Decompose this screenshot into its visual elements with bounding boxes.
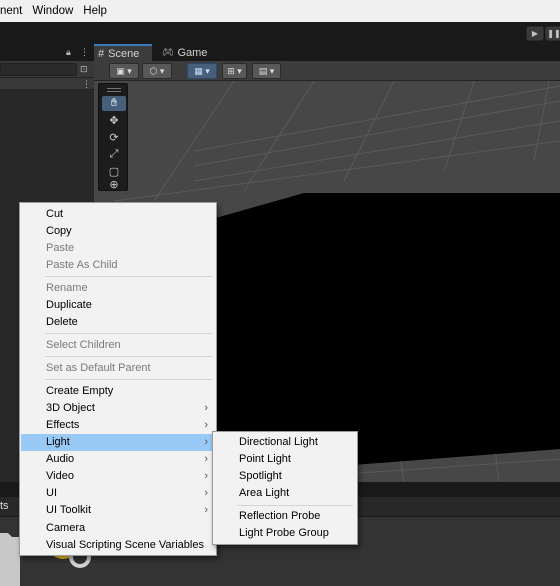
menu-separator [238, 505, 353, 506]
draw-mode-dropdown[interactable]: ▣ ▾ [109, 63, 139, 79]
light-submenu: Directional Light Point Light Spotlight … [212, 431, 358, 545]
gizmos-toggle[interactable]: ▦ ▾ [187, 63, 217, 79]
menu-bar: nent Window Help [0, 0, 560, 22]
menu-separator [45, 333, 212, 334]
tab-scene[interactable]: # Scene [94, 44, 152, 61]
submenu-item-spotlight[interactable]: Spotlight [214, 468, 356, 485]
menu-window[interactable]: Window [27, 0, 78, 22]
menu-item-copy[interactable]: Copy [21, 223, 215, 240]
chevron-right-icon: › [204, 419, 208, 431]
menu-help[interactable]: Help [78, 0, 112, 22]
menu-item-delete[interactable]: Delete [21, 314, 215, 331]
menu-separator [45, 356, 212, 357]
menu-separator [45, 276, 212, 277]
folder-icon [0, 533, 20, 586]
chevron-right-icon: › [204, 470, 208, 482]
submenu-item-point-light[interactable]: Point Light [214, 451, 356, 468]
menu-separator [45, 379, 212, 380]
search-icon[interactable]: ⊡ [80, 63, 88, 75]
context-menu: Cut Copy Paste Paste As Child Rename Dup… [19, 202, 217, 556]
chevron-right-icon: › [204, 504, 208, 516]
tab-game[interactable]: 🎮︎ Game [158, 44, 216, 61]
menu-item-audio[interactable]: Audio › [21, 451, 215, 468]
menu-item-paste[interactable]: Paste [21, 240, 215, 257]
hierarchy-scene-row: ⋮ [0, 78, 94, 90]
tools-overlay: ✋︎ ✥ ⟳ ⤢ ▢ ⊕ [98, 83, 128, 191]
move-tool-icon[interactable]: ✥ [102, 113, 126, 128]
chevron-right-icon: › [204, 487, 208, 499]
hierarchy-search-row: ⊡ [0, 61, 94, 78]
play-button[interactable]: ▶ [526, 26, 544, 41]
tab-game-label: Game [177, 46, 208, 59]
menu-item-set-default-parent[interactable]: Set as Default Parent [21, 360, 215, 377]
transform-tool-icon[interactable]: ⊕ [102, 177, 126, 192]
chevron-right-icon: › [204, 402, 208, 414]
shading-dropdown[interactable]: ⬡ ▾ [142, 63, 172, 79]
menu-item-visual-scripting-scene-variables[interactable]: Visual Scripting Scene Variables [21, 537, 215, 554]
lock-icon[interactable]: 🔒︎ [66, 46, 71, 58]
submenu-item-light-probe-group[interactable]: Light Probe Group [214, 525, 356, 542]
menu-item-ui-toolkit[interactable]: UI Toolkit › [21, 502, 215, 519]
menu-item-ui[interactable]: UI › [21, 485, 215, 502]
chevron-right-icon: › [204, 436, 208, 448]
scene-kebab-icon[interactable]: ⋮ [82, 78, 91, 90]
hand-tool-icon[interactable]: ✋︎ [102, 96, 126, 111]
kebab-icon[interactable]: ⋮ [80, 46, 89, 58]
gamepad-icon: 🎮︎ [162, 47, 174, 57]
hierarchy-search-input[interactable] [0, 63, 77, 76]
menu-item-cut[interactable]: Cut [21, 206, 215, 223]
tab-scene-label: Scene [108, 47, 140, 60]
submenu-item-reflection-probe[interactable]: Reflection Probe [214, 508, 356, 525]
menu-item-video[interactable]: Video › [21, 468, 215, 485]
main-toolbar: ▶ ❚❚ [0, 22, 560, 44]
scale-tool-icon[interactable]: ⤢ [102, 147, 126, 162]
menu-item-3d-object[interactable]: 3D Object › [21, 400, 215, 417]
pause-button[interactable]: ❚❚ [545, 26, 560, 41]
scene-toolbar: ▣ ▾ ⬡ ▾ ▦ ▾ ⊞ ▾ ▤ ▾ [94, 61, 560, 81]
rotate-tool-icon[interactable]: ⟳ [102, 130, 126, 145]
grid-icon: # [98, 47, 105, 60]
grid-snap-dropdown[interactable]: ⊞ ▾ [222, 63, 247, 79]
submenu-item-directional-light[interactable]: Directional Light [214, 434, 356, 451]
render-dropdown[interactable]: ▤ ▾ [252, 63, 281, 79]
menu-item-light[interactable]: Light › [21, 434, 215, 451]
menu-item-camera[interactable]: Camera [21, 520, 215, 537]
project-tab-label[interactable]: ts [0, 500, 9, 512]
submenu-item-area-light[interactable]: Area Light [214, 485, 356, 502]
menu-item-rename[interactable]: Rename [21, 280, 215, 297]
menu-component[interactable]: nent [0, 0, 27, 22]
menu-item-effects[interactable]: Effects › [21, 417, 215, 434]
hierarchy-header: 🔒︎ ⋮ [0, 44, 94, 61]
scene-tabstrip: # Scene 🎮︎ Game [94, 44, 560, 61]
menu-item-duplicate[interactable]: Duplicate [21, 297, 215, 314]
menu-item-select-children[interactable]: Select Children [21, 337, 215, 354]
chevron-right-icon: › [204, 453, 208, 465]
menu-item-paste-as-child[interactable]: Paste As Child [21, 257, 215, 274]
menu-item-create-empty[interactable]: Create Empty [21, 383, 215, 400]
